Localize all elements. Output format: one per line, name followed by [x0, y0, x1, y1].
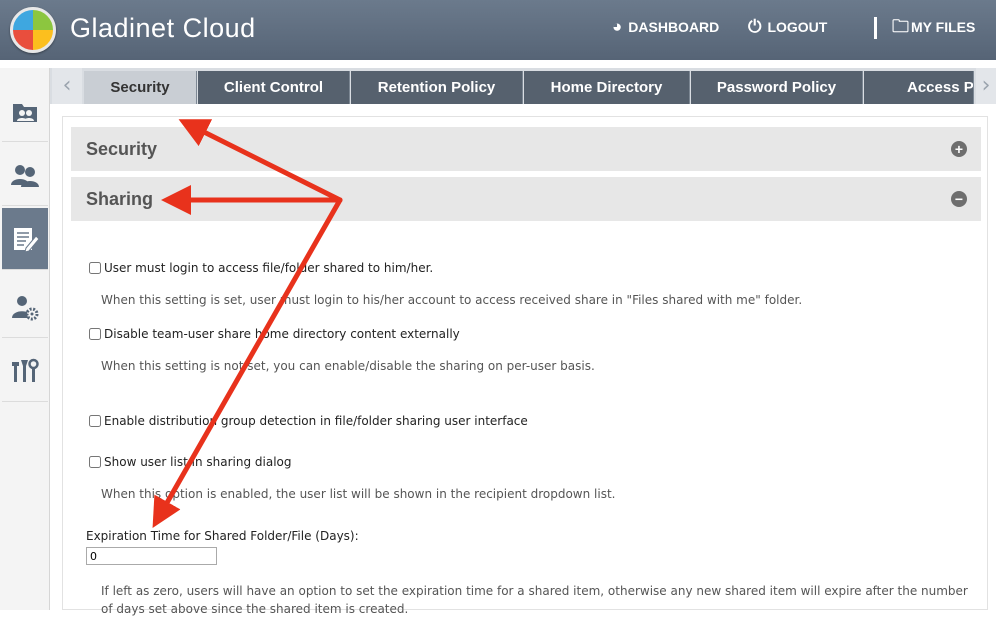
disable-team-share-checkbox[interactable]	[89, 328, 101, 340]
expiration-days-input[interactable]	[86, 547, 217, 565]
option-label: Enable distribution group detection in f…	[104, 414, 528, 428]
logout-link[interactable]: ⏻ LOGOUT	[748, 18, 827, 35]
my-files-link[interactable]: 🗀 MY FILES	[892, 18, 975, 35]
distribution-group-checkbox[interactable]	[89, 415, 101, 427]
section-security-title: Security	[86, 139, 158, 159]
app-header: Gladinet Cloud ◕ DASHBOARD ⏻ LOGOUT 🗀 MY…	[0, 0, 996, 60]
tab-access-policy[interactable]: Access P	[864, 71, 974, 104]
collapse-icon[interactable]: −	[951, 191, 967, 207]
brand-title: Gladinet Cloud	[70, 13, 256, 43]
folder-globe-icon: 🗀	[892, 17, 909, 36]
option-disable-team-share[interactable]: Disable team-user share home directory c…	[89, 327, 460, 341]
tab-scroll-right[interactable]: ›	[976, 68, 996, 104]
my-files-label: MY FILES	[911, 18, 976, 35]
option-label: User must login to access file/folder sh…	[104, 261, 434, 275]
option-show-user-list[interactable]: Show user list in sharing dialog	[89, 455, 292, 469]
option-label: Disable team-user share home directory c…	[104, 327, 460, 341]
sidebar-item-users[interactable]	[2, 144, 48, 206]
option-description: When this option is enabled, the user li…	[101, 487, 616, 501]
option-login-required[interactable]: User must login to access file/folder sh…	[89, 261, 433, 275]
power-icon: ⏻	[748, 17, 762, 36]
edit-document-icon	[14, 227, 40, 253]
expand-icon[interactable]: +	[951, 141, 967, 157]
dashboard-link[interactable]: ◕ DASHBOARD	[612, 18, 719, 35]
section-sharing-header[interactable]: Sharing −	[71, 177, 981, 221]
tab-security[interactable]: Security	[84, 71, 197, 104]
expiration-description: If left as zero, users will have an opti…	[101, 584, 968, 616]
expiration-label: Expiration Time for Shared Folder/File (…	[86, 529, 359, 543]
login-required-checkbox[interactable]	[89, 262, 101, 274]
option-label: Show user list in sharing dialog	[104, 455, 292, 469]
left-sidebar	[0, 68, 50, 610]
user-settings-icon	[12, 295, 39, 320]
tab-client-control[interactable]: Client Control	[198, 71, 350, 104]
tab-scroll-left[interactable]: ‹	[52, 68, 82, 104]
tab-retention-policy[interactable]: Retention Policy	[351, 71, 523, 104]
option-description: When this setting is not set, you can en…	[101, 359, 595, 373]
settings-tab-bar: ‹ Security Client Control Retention Poli…	[50, 68, 996, 104]
gladinet-logo[interactable]	[10, 7, 56, 53]
sidebar-item-policies[interactable]	[2, 208, 48, 270]
header-divider	[874, 17, 877, 39]
dashboard-label: DASHBOARD	[628, 18, 720, 35]
tools-icon	[12, 358, 39, 382]
tab-home-directory[interactable]: Home Directory	[524, 71, 690, 104]
tab-password-policy[interactable]: Password Policy	[691, 71, 863, 104]
sidebar-item-tools[interactable]	[2, 340, 48, 402]
users-folder-icon	[13, 103, 37, 122]
users-icon	[11, 164, 39, 187]
policy-content-panel: Security + Sharing − User must login to …	[62, 116, 988, 616]
sidebar-item-team-folders[interactable]	[2, 80, 48, 142]
section-security-header[interactable]: Security +	[71, 127, 981, 171]
option-distribution-group[interactable]: Enable distribution group detection in f…	[89, 414, 528, 428]
show-user-list-checkbox[interactable]	[89, 456, 101, 468]
logout-label: LOGOUT	[767, 18, 828, 35]
option-description: When this setting is set, user must logi…	[101, 293, 803, 307]
sidebar-item-user-settings[interactable]	[2, 276, 48, 338]
section-sharing-title: Sharing	[86, 189, 154, 209]
dashboard-icon: ◕	[612, 17, 623, 36]
